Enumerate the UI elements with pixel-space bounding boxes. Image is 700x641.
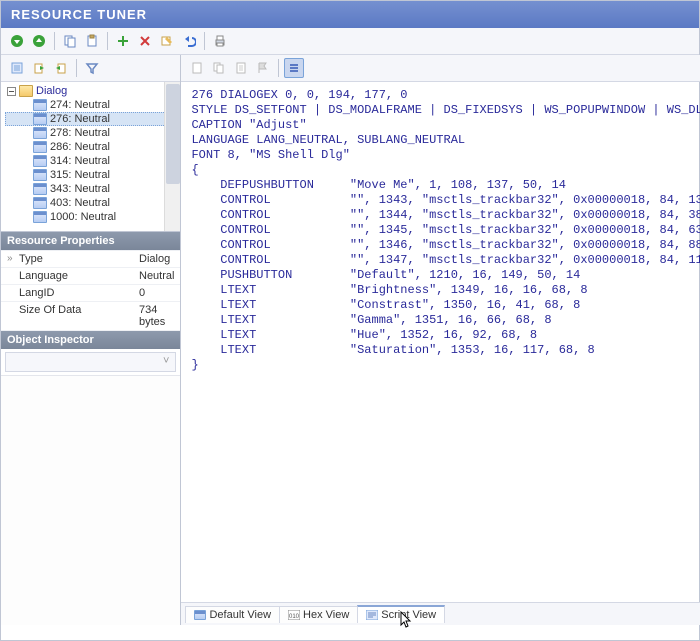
properties-header: Resource Properties — [1, 232, 180, 250]
tree-item-label: 278: Neutral — [50, 127, 110, 139]
tree-item-label: 276: Neutral — [50, 113, 110, 125]
script-code-area[interactable]: 276 DIALOGEX 0, 0, 194, 177, 0 STYLE DS_… — [181, 82, 700, 602]
separator — [204, 32, 205, 50]
tab-script-view[interactable]: Script View — [357, 605, 445, 623]
dialog-icon — [33, 113, 47, 125]
arrow-icon — [7, 304, 19, 328]
page-icon[interactable] — [187, 58, 207, 78]
tree-item-label: 315: Neutral — [50, 169, 110, 181]
dialog-icon — [33, 211, 47, 223]
tree-item-label: 274: Neutral — [50, 99, 110, 111]
separator — [54, 32, 55, 50]
edit-icon[interactable] — [157, 31, 177, 51]
filter-icon[interactable] — [82, 58, 102, 78]
resource-tree[interactable]: Dialog 274: Neutral 276: Neutral 278: Neut… — [1, 82, 180, 231]
dialog-icon — [33, 169, 47, 181]
property-key: Language — [19, 270, 139, 282]
separator — [278, 59, 279, 77]
right-subtoolbar — [181, 55, 700, 82]
main-toolbar — [1, 28, 699, 55]
tree-item[interactable]: 278: Neutral — [5, 126, 176, 140]
tree-item[interactable]: 276: Neutral — [5, 112, 176, 126]
property-value: Dialog — [139, 253, 174, 265]
tree-root-label: Dialog — [36, 85, 67, 97]
arrow-down-icon[interactable] — [7, 31, 27, 51]
dialog-icon — [33, 99, 47, 111]
dialog-icon — [33, 155, 47, 167]
tree-item[interactable]: 403: Neutral — [5, 196, 176, 210]
flag-icon[interactable] — [253, 58, 273, 78]
print-icon[interactable] — [210, 31, 230, 51]
tree-item[interactable]: 1000: Neutral — [5, 210, 176, 224]
tree-root-dialog[interactable]: Dialog — [5, 84, 176, 98]
script-icon — [366, 610, 378, 620]
dialog-icon — [33, 183, 47, 195]
property-row[interactable]: Size Of Data734 bytes — [1, 302, 180, 331]
tree-item-label: 403: Neutral — [50, 197, 110, 209]
arrow-up-icon[interactable] — [29, 31, 49, 51]
text-view-icon[interactable] — [284, 58, 304, 78]
delete-icon[interactable] — [135, 31, 155, 51]
folder-icon — [19, 85, 33, 97]
import-icon[interactable] — [51, 58, 71, 78]
svg-text:010: 010 — [289, 614, 300, 620]
window-title: RESOURCE TUNER — [1, 1, 699, 28]
tree-item[interactable]: 343: Neutral — [5, 182, 176, 196]
tab-default-view[interactable]: Default View — [185, 606, 280, 623]
property-row[interactable]: LangID0 — [1, 285, 180, 302]
left-subtoolbar — [1, 55, 180, 82]
arrow-icon — [7, 287, 19, 299]
tree-scrollbar[interactable] — [164, 82, 180, 231]
separator — [107, 32, 108, 50]
tree-item[interactable]: 314: Neutral — [5, 154, 176, 168]
add-icon[interactable] — [113, 31, 133, 51]
export-icon[interactable] — [29, 58, 49, 78]
separator — [76, 59, 77, 77]
view-tabs: Default View 010 Hex View Script View — [181, 602, 700, 625]
tree-item[interactable]: 286: Neutral — [5, 140, 176, 154]
property-value: Neutral — [139, 270, 174, 282]
property-key: LangID — [19, 287, 139, 299]
tab-label: Default View — [209, 609, 271, 621]
doc-icon[interactable] — [231, 58, 251, 78]
inspector-header: Object Inspector — [1, 331, 180, 349]
property-key: Size Of Data — [19, 304, 139, 328]
property-row[interactable]: »TypeDialog — [1, 250, 180, 268]
tree-item-label: 343: Neutral — [50, 183, 110, 195]
tree-item-label: 286: Neutral — [50, 141, 110, 153]
hex-icon: 010 — [288, 610, 300, 620]
properties-grid: »TypeDialogLanguageNeutralLangID0Size Of… — [1, 250, 180, 331]
arrow-icon: » — [7, 253, 19, 265]
copy-icon[interactable] — [60, 31, 80, 51]
dialog-icon — [33, 141, 47, 153]
paste-icon[interactable] — [82, 31, 102, 51]
copy2-icon[interactable] — [209, 58, 229, 78]
dialog-icon — [33, 127, 47, 139]
property-key: Type — [19, 253, 139, 265]
tab-label: Script View — [381, 609, 436, 621]
tab-label: Hex View — [303, 609, 349, 621]
scroll-thumb[interactable] — [166, 84, 180, 184]
tree-item-label: 314: Neutral — [50, 155, 110, 167]
tree-item-label: 1000: Neutral — [50, 211, 116, 223]
dialog-icon — [33, 197, 47, 209]
dialog-icon — [194, 610, 206, 620]
inspector-dropdown[interactable] — [5, 352, 176, 372]
arrow-icon — [7, 270, 19, 282]
property-row[interactable]: LanguageNeutral — [1, 268, 180, 285]
inspector-body — [1, 376, 180, 625]
list-icon[interactable] — [7, 58, 27, 78]
tree-item[interactable]: 315: Neutral — [5, 168, 176, 182]
tree-item[interactable]: 274: Neutral — [5, 98, 176, 112]
property-value: 0 — [139, 287, 174, 299]
property-value: 734 bytes — [139, 304, 174, 328]
tab-hex-view[interactable]: 010 Hex View — [279, 606, 358, 623]
collapse-icon[interactable] — [7, 87, 16, 96]
undo-icon[interactable] — [179, 31, 199, 51]
